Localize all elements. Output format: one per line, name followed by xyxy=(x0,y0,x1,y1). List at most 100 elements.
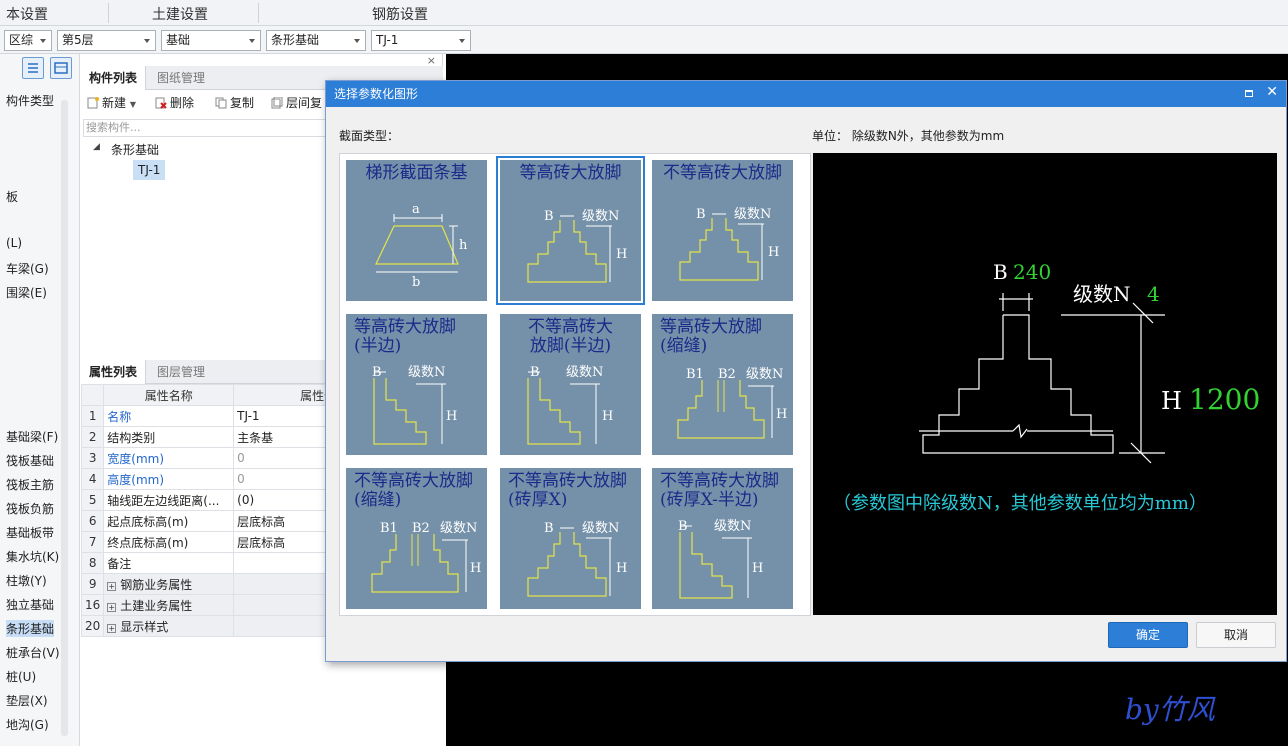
watermark: by竹风 xyxy=(1125,693,1215,726)
row-number: 4 xyxy=(80,468,105,490)
dim-H-label: H xyxy=(752,561,763,576)
nav-item-raft-main-rebar[interactable]: 筏板主筋 xyxy=(6,476,54,493)
nav-item-sump-pit[interactable]: 集水坑(K) xyxy=(6,548,59,565)
close-icon[interactable]: ✕ xyxy=(1266,84,1278,100)
nav-item-foundation-strip[interactable]: 基础板带 xyxy=(6,524,54,541)
dim-H-label: H xyxy=(470,561,481,576)
delete-button[interactable]: 删除 xyxy=(155,94,194,111)
shape-trapezoid-strip[interactable]: 梯形截面条基 a h b xyxy=(346,160,487,301)
nav-item-strip-foundation[interactable]: 条形基础 xyxy=(6,620,55,637)
dim-B2-label: B2 xyxy=(412,521,430,536)
dim-N-label: 级数N xyxy=(714,519,751,534)
unit-label: 单位： 除级数N外，其他参数为mm xyxy=(812,129,1005,143)
row-number: 3 xyxy=(80,447,105,469)
component-dropdown[interactable]: TJ-1 xyxy=(371,30,471,51)
top-tab-bar: 本设置 土建设置 钢筋设置 xyxy=(0,0,1288,26)
row-number: 6 xyxy=(80,510,105,532)
nav-item-pile-cap[interactable]: 桩承台(V) xyxy=(6,644,60,661)
nav-item-pile[interactable]: 桩(U) xyxy=(6,668,36,685)
nav-item-raft-neg-rebar[interactable]: 筏板负筋 xyxy=(6,500,54,517)
nav-item-e[interactable]: 围梁(E) xyxy=(6,284,47,301)
preview-H-value[interactable]: 1200 xyxy=(1189,383,1260,416)
preview-N-label: 级数N xyxy=(1073,282,1131,306)
shape-unequal-brick-half[interactable]: 不等高砖大 放脚(半边) B 级数N H xyxy=(500,314,641,455)
nav-item-trench[interactable]: 地沟(G) xyxy=(6,716,49,733)
property-group-name: 显示样式 xyxy=(120,619,169,634)
dim-H-label: H xyxy=(768,245,779,260)
joint-stepped-footing-icon: B1 B2 级数N H xyxy=(677,367,787,439)
floor-dropdown[interactable]: 第5层 xyxy=(57,30,156,51)
trapezoid-section-icon: a h b xyxy=(375,202,468,290)
col-property-name: 属性名称 xyxy=(103,384,235,406)
tab-civil-settings[interactable]: 土建设置 xyxy=(152,4,208,24)
tab-basic-settings[interactable]: 本设置 xyxy=(6,4,48,24)
expand-icon[interactable]: + xyxy=(107,602,117,612)
shape-equal-brick-joint[interactable]: 等高砖大放脚 (缩缝) B1 B2 级数N H xyxy=(652,314,793,455)
chevron-down-icon xyxy=(459,39,465,43)
tab-rebar-settings[interactable]: 钢筋设置 xyxy=(372,4,428,24)
nav-item-cushion[interactable]: 垫层(X) xyxy=(6,692,48,709)
type-dropdown[interactable]: 条形基础 xyxy=(266,30,366,51)
tab-drawing-management[interactable]: 图纸管理 xyxy=(149,66,213,90)
new-file-icon xyxy=(87,97,99,109)
zone-dropdown[interactable]: 区综 xyxy=(4,30,52,51)
expand-icon[interactable]: + xyxy=(107,581,117,591)
tab-layer-management[interactable]: 图层管理 xyxy=(149,360,213,384)
tab-property-list[interactable]: 属性列表 xyxy=(81,360,147,384)
cancel-button[interactable]: 取消 xyxy=(1196,622,1276,648)
preview-unit-note: （参数图中除级数N，其他参数单位均为mm） xyxy=(833,493,1207,514)
nav-item-raft-foundation[interactable]: 筏板基础 xyxy=(6,452,54,469)
row-number: 1 xyxy=(80,405,105,427)
tab-component-list[interactable]: 构件列表 xyxy=(81,66,147,90)
preview-H-label: H xyxy=(1161,387,1182,415)
floor-copy-button-label: 层间复 xyxy=(286,96,323,110)
nav-item-pier[interactable]: 柱墩(Y) xyxy=(6,572,47,589)
property-group-name: 土建业务属性 xyxy=(120,598,193,613)
joint-stepped-footing-icon: B1 B2 级数N H xyxy=(371,521,481,593)
shape-unequal-brick-joint[interactable]: 不等高砖大放脚 (缩缝) B1 B2 级数N H xyxy=(346,468,487,609)
shape-equal-brick-footing[interactable]: 等高砖大放脚 B 级数N H xyxy=(496,156,645,305)
tree-node-tj1[interactable]: TJ-1 xyxy=(133,160,166,180)
dim-B1-label: B1 xyxy=(686,367,704,382)
preview-drawing: B 240 级数N 4 H 1200 xyxy=(919,260,1260,464)
ok-button[interactable]: 确定 xyxy=(1108,622,1188,648)
shape-equal-brick-half[interactable]: 等高砖大放脚 (半边) B 级数N H xyxy=(346,314,487,455)
new-button[interactable]: 新建 ▼ xyxy=(87,94,136,111)
nav-item-isolated-foundation[interactable]: 独立基础 xyxy=(6,596,54,613)
nav-item-foundation-beam[interactable]: 基础梁(F) xyxy=(6,428,58,445)
dim-B-label: B xyxy=(372,365,382,380)
shape-unequal-brick-footing[interactable]: 不等高砖大放脚 B 级数N H xyxy=(652,160,793,301)
copy-button[interactable]: 复制 xyxy=(215,94,254,111)
maximize-icon[interactable] xyxy=(1245,90,1253,97)
floor-copy-button[interactable]: 层间复 xyxy=(271,94,322,111)
half-stepped-footing-icon: B 级数N H xyxy=(372,365,457,445)
property-name: 备注 xyxy=(103,552,235,574)
nav-item-component-type[interactable]: 构件类型 xyxy=(6,92,54,109)
section-type-label: 截面类型： xyxy=(339,129,400,143)
dim-H-label: H xyxy=(602,409,613,424)
nav-scrollbar[interactable] xyxy=(61,100,68,736)
row-number: 20 xyxy=(80,615,105,637)
icon-view-button[interactable] xyxy=(50,57,72,79)
component-search-input[interactable]: 搜索构件... xyxy=(83,119,327,137)
preview-N-value[interactable]: 4 xyxy=(1147,282,1160,306)
category-dropdown[interactable]: 基础 xyxy=(161,30,261,51)
list-view-button[interactable] xyxy=(22,57,44,79)
nav-item-board[interactable]: 板 xyxy=(6,188,18,205)
expand-icon[interactable]: + xyxy=(107,623,117,633)
dialog-titlebar: 选择参数化图形 xyxy=(326,81,1286,107)
nav-item-l[interactable]: (L) xyxy=(6,236,22,250)
shape-unequal-brick-thickness[interactable]: 不等高砖大放脚 (砖厚X) B 级数N H xyxy=(500,468,641,609)
shape-unequal-brick-thickness-half[interactable]: 不等高砖大放脚 (砖厚X-半边) B 级数N H xyxy=(652,468,793,609)
tab-separator xyxy=(258,3,259,23)
tree-collapse-icon[interactable]: ◢ xyxy=(93,142,100,152)
chevron-down-icon xyxy=(144,39,150,43)
dim-B-label: B xyxy=(544,521,554,536)
nav-item-g[interactable]: 车梁(G) xyxy=(6,260,49,277)
list-icon xyxy=(28,63,38,73)
tree-node-strip-foundation[interactable]: 条形基础 xyxy=(111,141,159,158)
filter-dropdown-bar: 区综 第5层 基础 条形基础 TJ-1 xyxy=(0,26,1288,54)
chevron-down-icon: ▼ xyxy=(129,100,136,109)
property-name: 轴线距左边线距离(... xyxy=(103,489,235,511)
preview-B-value[interactable]: 240 xyxy=(1013,260,1051,284)
